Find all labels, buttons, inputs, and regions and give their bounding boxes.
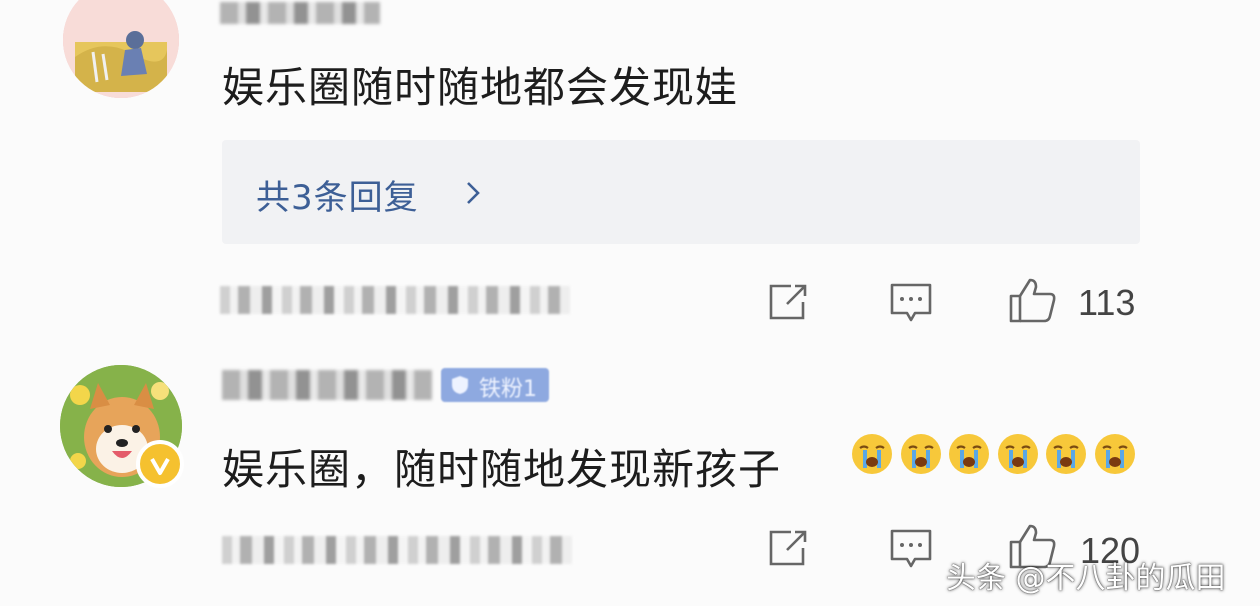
comment-meta-blurred: [220, 286, 570, 314]
avatar[interactable]: [63, 0, 179, 98]
crying-face-icon: [850, 432, 894, 476]
crying-face-icon: [1093, 432, 1137, 476]
verified-badge-icon: [136, 440, 184, 488]
crying-face-icon: [899, 432, 943, 476]
watermark: 头条 @不八卦的瓜田: [946, 561, 1226, 596]
comment-text: 娱乐圈随时随地都会发现娃: [222, 63, 739, 112]
share-icon[interactable]: [767, 528, 811, 568]
username-blurred[interactable]: [220, 2, 380, 24]
comment-icon[interactable]: [889, 282, 933, 324]
like-icon[interactable]: [1008, 276, 1058, 324]
username-blurred[interactable]: [222, 370, 432, 400]
share-icon[interactable]: [767, 282, 811, 322]
reply-count-link[interactable]: 共3条回复: [256, 170, 419, 219]
crying-face-icon: [996, 432, 1040, 476]
crying-face-icon: [947, 432, 991, 476]
reply-thread-box[interactable]: 共3条回复: [222, 140, 1140, 244]
crying-face-icon: [1044, 432, 1088, 476]
like-count: 113: [1078, 282, 1136, 323]
chevron-right-icon: [467, 182, 480, 204]
badge-label: 铁粉1: [479, 377, 537, 402]
comment-text: 娱乐圈，随时随地发现新孩子: [222, 445, 782, 494]
comment-meta-blurred: [222, 536, 572, 564]
comment-icon[interactable]: [889, 528, 933, 570]
fan-level-badge: 铁粉1: [441, 368, 549, 402]
shield-icon: [452, 376, 468, 394]
